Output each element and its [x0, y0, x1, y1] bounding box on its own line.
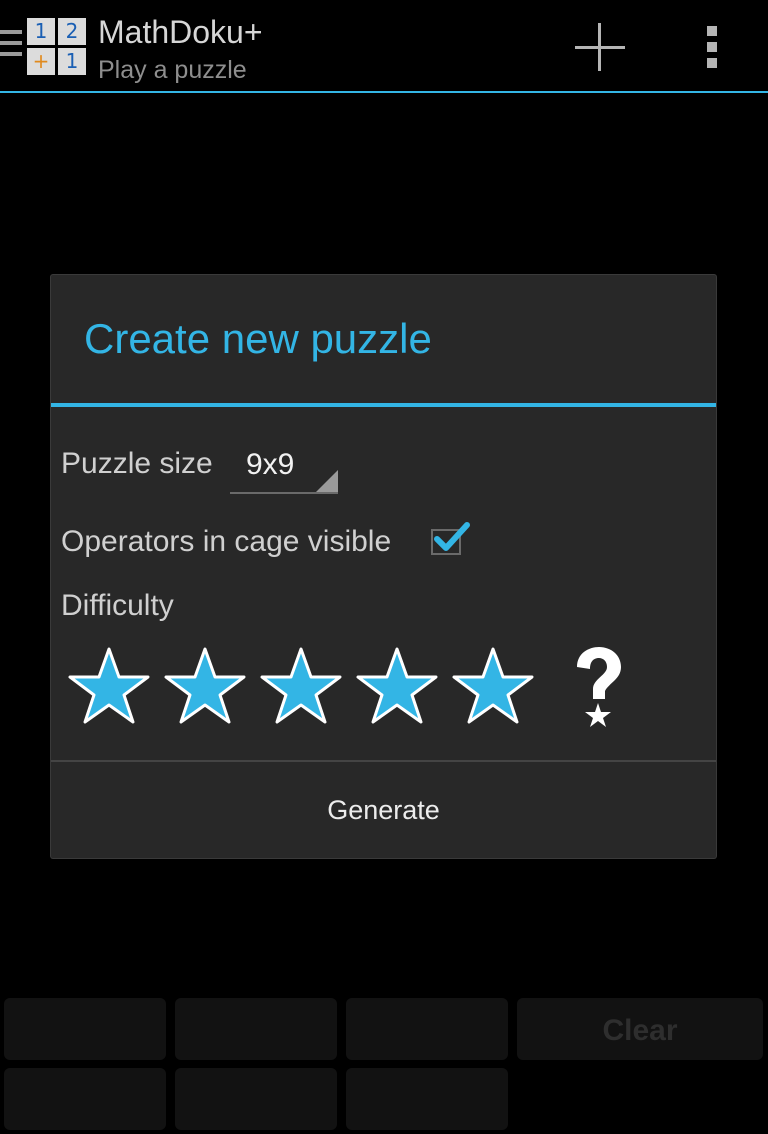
title-divider	[51, 403, 716, 407]
overflow-menu-icon[interactable]	[700, 26, 724, 70]
action-bar: 1 2 + 1 MathDoku+ Play a puzzle	[0, 0, 768, 93]
difficulty-rating[interactable]	[67, 645, 627, 735]
difficulty-label: Difficulty	[61, 589, 174, 622]
app-logo-icon[interactable]: 1 2 + 1	[27, 18, 87, 76]
keypad-key[interactable]	[175, 998, 337, 1060]
star-icon[interactable]	[259, 645, 343, 725]
digit-keypad: Clear	[0, 996, 768, 1134]
keypad-key[interactable]	[4, 998, 166, 1060]
spinner-arrow-icon	[316, 470, 338, 492]
add-puzzle-button[interactable]	[570, 20, 630, 76]
screen: 1 2 + 1 MathDoku+ Play a puzzle Clear Cr…	[0, 0, 768, 1134]
generate-button[interactable]: Generate	[51, 762, 716, 858]
drawer-menu-icon[interactable]	[0, 30, 22, 64]
dialog-title: Create new puzzle	[84, 315, 432, 362]
star-icon[interactable]	[355, 645, 439, 725]
logo-cell: 2	[58, 18, 86, 45]
clear-button[interactable]: Clear	[517, 998, 763, 1060]
keypad-key[interactable]	[4, 1068, 166, 1130]
puzzle-size-value: 9x9	[246, 448, 295, 481]
keypad-key[interactable]	[346, 998, 508, 1060]
star-icon[interactable]	[67, 645, 151, 725]
app-subtitle: Play a puzzle	[98, 56, 247, 84]
question-star-icon[interactable]	[567, 645, 627, 735]
operators-visible-label: Operators in cage visible	[61, 525, 392, 558]
operators-visible-checkbox[interactable]	[431, 522, 470, 555]
logo-cell: 1	[58, 48, 86, 75]
checkmark-icon	[434, 522, 470, 551]
logo-cell: +	[27, 48, 55, 75]
keypad-key[interactable]	[175, 1068, 337, 1130]
puzzle-size-label: Puzzle size	[61, 447, 213, 480]
app-title: MathDoku+	[98, 14, 263, 50]
logo-cell: 1	[27, 18, 55, 45]
puzzle-size-spinner[interactable]: 9x9	[230, 440, 338, 494]
create-puzzle-dialog: Create new puzzle Puzzle size 9x9 Operat…	[51, 275, 716, 858]
star-icon[interactable]	[163, 645, 247, 725]
keypad-key[interactable]	[346, 1068, 508, 1130]
star-icon[interactable]	[451, 645, 535, 725]
